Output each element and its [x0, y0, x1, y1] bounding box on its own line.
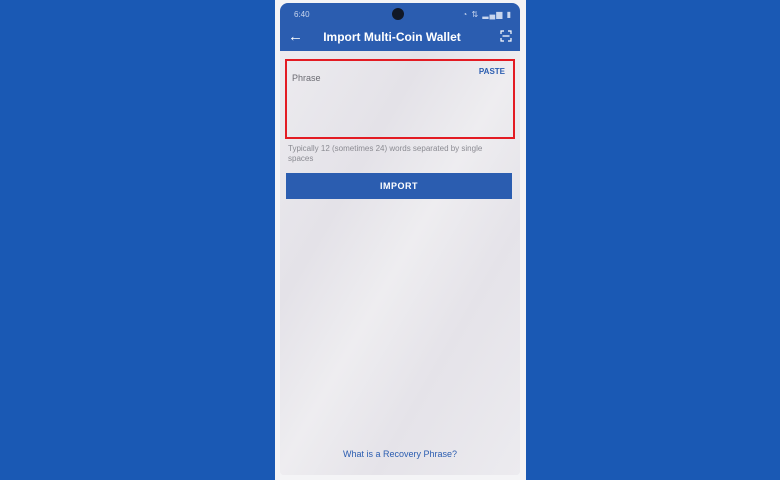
page-title: Import Multi-Coin Wallet	[323, 30, 461, 44]
paste-button[interactable]: PASTE	[479, 67, 505, 76]
phrase-input[interactable]: Phrase PASTE	[285, 59, 515, 139]
main-content: Phrase PASTE Typically 12 (sometimes 24)…	[280, 51, 520, 475]
camera-cutout	[392, 8, 404, 20]
status-time: 6:40	[294, 10, 310, 19]
phrase-hint: Typically 12 (sometimes 24) words separa…	[288, 144, 483, 163]
phrase-placeholder: Phrase	[292, 73, 321, 83]
qr-scan-icon[interactable]	[500, 29, 512, 47]
status-icons: ◔ ⇅ ▂▄▆ ▮	[462, 10, 512, 19]
status-bar: 6:40 ◔ ⇅ ▂▄▆ ▮	[280, 3, 520, 25]
phone-screen: 6:40 ◔ ⇅ ▂▄▆ ▮ ← Import Multi-Coin Walle…	[280, 3, 520, 475]
app-bar: ← Import Multi-Coin Wallet	[280, 25, 520, 51]
recovery-phrase-link[interactable]: What is a Recovery Phrase?	[280, 449, 520, 459]
import-button[interactable]: IMPORT	[286, 173, 512, 199]
